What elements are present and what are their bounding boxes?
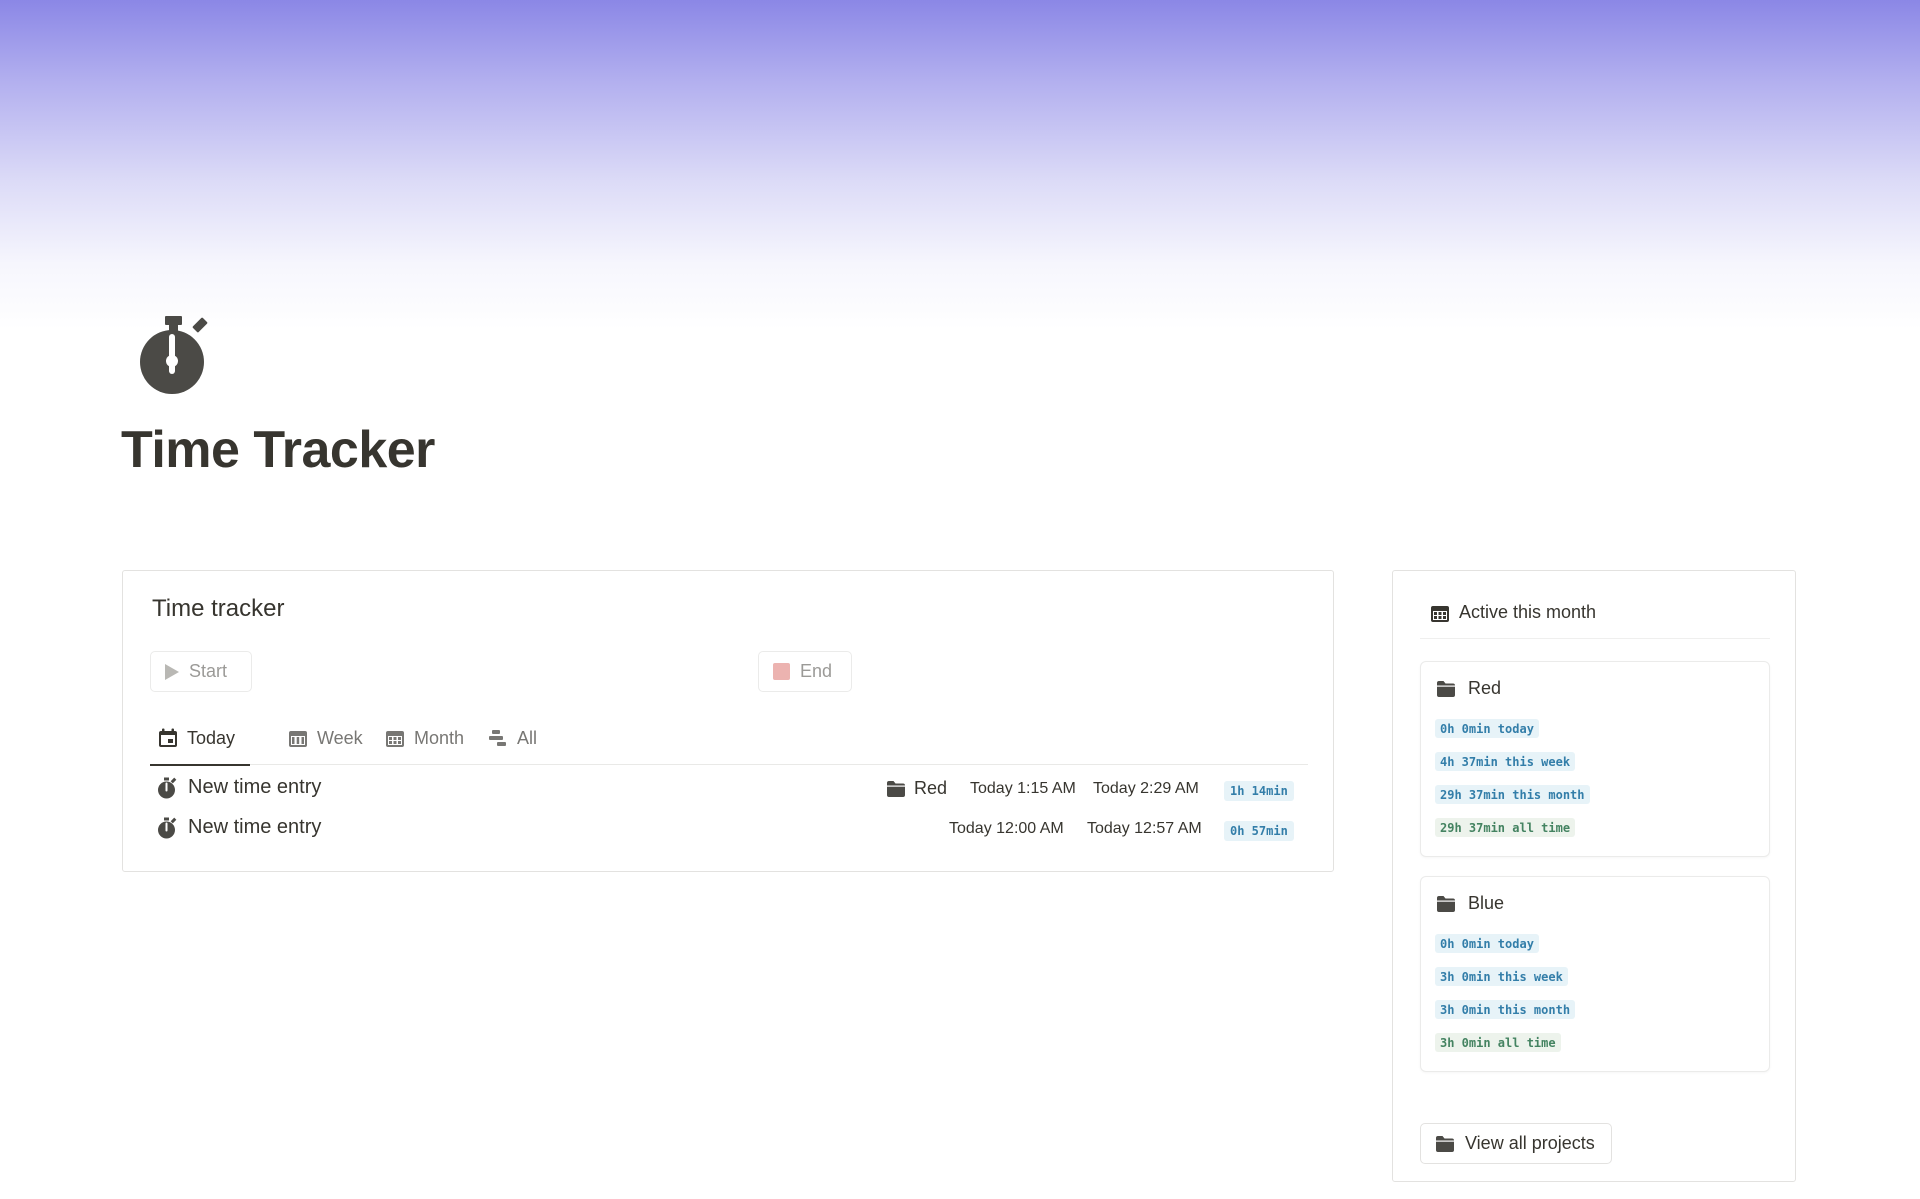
end-button[interactable]: End [758, 651, 852, 692]
tab-week-label: Week [317, 727, 363, 748]
stopwatch-icon [156, 817, 178, 839]
duration-badge: 0h 57min [1224, 821, 1294, 841]
stopwatch-icon[interactable] [132, 312, 216, 396]
stat-week: 4h 37min this week [1435, 752, 1576, 771]
view-all-label: View all projects [1465, 1133, 1595, 1153]
entry-name[interactable]: New time entry [156, 816, 321, 839]
stat-week: 3h 0min this week [1435, 967, 1568, 986]
calendar-month-icon [385, 728, 405, 748]
entry-end: Today 2:29 AM [1093, 780, 1199, 797]
tab-today[interactable]: Today [150, 711, 250, 766]
project-card-blue[interactable]: Blue 0h 0min today 3h 0min this week 3h … [1420, 876, 1770, 1072]
entry-name[interactable]: New time entry [156, 776, 321, 799]
calendar-week-icon [288, 728, 308, 748]
stat-all-time: 29h 37min all time [1435, 818, 1576, 837]
duration-badge: 1h 14min [1224, 781, 1294, 801]
stop-icon [773, 663, 790, 680]
stat-today: 0h 0min today [1435, 934, 1539, 953]
project-name: Blue [1468, 893, 1505, 913]
entry-name-text: New time entry [188, 816, 322, 838]
calendar-day-icon [158, 728, 178, 748]
tab-all-label: All [517, 727, 538, 748]
start-label: Start [189, 661, 228, 681]
tab-all[interactable]: All [480, 711, 545, 765]
tracker-title: Time tracker [152, 595, 285, 622]
page-cover [0, 0, 1920, 330]
stopwatch-icon [156, 777, 178, 799]
folder-icon [1436, 680, 1456, 698]
entry-name-text: New time entry [188, 776, 322, 798]
folder-icon [1436, 895, 1456, 913]
project-header[interactable]: Red [1436, 678, 1501, 699]
table-row[interactable]: New time entry Today 12:00 AM Today 12:5… [150, 810, 1308, 850]
view-tabs: Today Week Month All [150, 711, 1308, 766]
folder-icon [886, 780, 906, 798]
tab-week[interactable]: Week [280, 711, 371, 765]
tab-month[interactable]: Month [377, 711, 472, 765]
entry-project[interactable]: Red [886, 778, 947, 799]
panel-title: Active this month [1459, 602, 1597, 622]
play-icon [165, 663, 179, 680]
folder-icon [1435, 1135, 1455, 1153]
tab-today-label: Today [187, 727, 236, 748]
page-title: Time Tracker [121, 421, 435, 479]
start-button[interactable]: Start [150, 651, 252, 692]
tab-month-label: Month [414, 727, 465, 748]
stat-month: 3h 0min this month [1435, 1000, 1576, 1019]
table-row[interactable]: New time entry Red Today 1:15 AM Today 2… [150, 770, 1308, 810]
stat-month: 29h 37min this month [1435, 785, 1590, 804]
panel-header[interactable]: Active this month [1420, 587, 1770, 639]
time-tracker-card: Time tracker Start End Today Week Month … [122, 570, 1334, 872]
entry-start: Today 1:15 AM [970, 780, 1076, 797]
end-label: End [800, 661, 833, 681]
entry-end: Today 12:57 AM [1087, 820, 1202, 837]
view-all-projects-button[interactable]: View all projects [1420, 1123, 1612, 1164]
project-header[interactable]: Blue [1436, 893, 1504, 914]
project-card-red[interactable]: Red 0h 0min today 4h 37min this week 29h… [1420, 661, 1770, 857]
entry-start: Today 12:00 AM [949, 820, 1064, 837]
timeline-icon [488, 728, 508, 748]
active-projects-panel: Active this month Red 0h 0min today 4h 3… [1392, 570, 1796, 1182]
entry-project-text: Red [914, 778, 948, 798]
stat-today: 0h 0min today [1435, 719, 1539, 738]
stat-all-time: 3h 0min all time [1435, 1033, 1561, 1052]
project-name: Red [1468, 678, 1502, 698]
calendar-month-icon [1430, 603, 1450, 623]
